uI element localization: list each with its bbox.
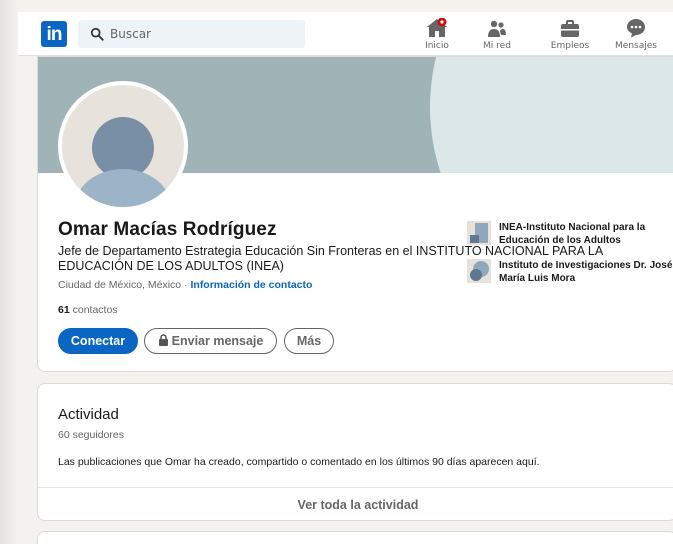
next-section-card — [37, 531, 673, 544]
linkedin-logo[interactable]: in — [41, 21, 67, 47]
search-icon — [90, 27, 104, 41]
followers-count[interactable]: 60 seguidores — [58, 429, 124, 441]
profile-card: Omar Macías Rodríguez Jefe de Departamen… — [37, 56, 673, 372]
nav-label-mensajes: Mensajes — [615, 41, 657, 51]
inea-logo-icon — [467, 221, 491, 245]
global-nav: in Buscar Inicio Mi red Empleos Mensajes — [18, 12, 673, 56]
connections-label: contactos — [72, 304, 118, 316]
banner-shape — [430, 57, 673, 173]
nav-item-inicio[interactable]: Inicio — [414, 16, 460, 54]
page-gutter — [0, 0, 18, 544]
nav-label-empleos: Empleos — [550, 41, 590, 51]
nav-label-mi-red: Mi red — [483, 41, 511, 51]
nav-label-inicio: Inicio — [425, 41, 449, 51]
connections-count: 61 — [58, 304, 70, 316]
send-message-button[interactable]: Enviar mensaje — [144, 328, 277, 354]
home-icon — [427, 18, 447, 37]
education-org-name: Instituto de Investigaciones Dr. José Ma… — [499, 260, 673, 284]
search-input[interactable]: Buscar — [78, 20, 305, 48]
briefcase-icon — [561, 20, 579, 37]
nav-item-empleos[interactable]: Empleos — [543, 16, 597, 54]
nav-item-mi-red[interactable]: Mi red — [474, 16, 520, 54]
contact-info-link[interactable]: Información de contacto — [190, 279, 312, 291]
activity-title: Actividad — [58, 406, 119, 423]
profile-location-row: Ciudad de México, México · Información d… — [58, 279, 312, 291]
activity-description: Las publicaciones que Omar ha creado, co… — [58, 456, 540, 468]
nav-top-strip — [18, 0, 673, 12]
lock-icon — [158, 334, 168, 346]
experience-org-name: INEA-Instituto Nacional para la Educació… — [499, 222, 646, 246]
search-placeholder: Buscar — [110, 27, 151, 41]
send-message-label: Enviar mensaje — [171, 334, 264, 348]
people-icon — [488, 20, 506, 37]
school-logo-icon — [467, 259, 491, 283]
profile-name: Omar Macías Rodríguez — [58, 219, 277, 240]
more-button[interactable]: Más — [284, 328, 334, 354]
nav-item-mensajes[interactable]: Mensajes — [612, 16, 660, 54]
connect-button[interactable]: Conectar — [58, 328, 138, 354]
profile-location: Ciudad de México, México — [58, 279, 182, 291]
activity-card: Actividad 60 seguidores Las publicacione… — [37, 383, 673, 521]
see-all-activity-button[interactable]: Ver toda la actividad — [38, 488, 673, 520]
profile-avatar[interactable] — [58, 81, 188, 211]
avatar-body — [74, 169, 172, 207]
connections-link[interactable]: 61 contactos — [58, 304, 118, 316]
messaging-icon — [627, 19, 645, 38]
